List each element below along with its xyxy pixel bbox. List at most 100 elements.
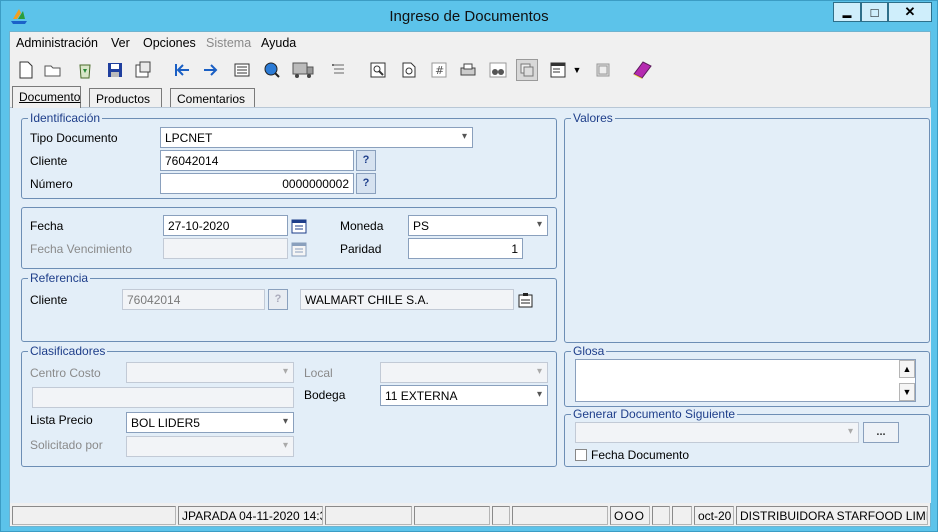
referencia-nombre-input[interactable]: WALMART CHILE S.A. (300, 289, 514, 310)
status-pane-5 (492, 506, 510, 525)
fechas-group: Fecha 27-10-2020 Fecha Vencimiento Moned… (21, 207, 557, 269)
copy-icon[interactable] (516, 59, 538, 81)
first-icon[interactable] (171, 59, 193, 81)
fecha-documento-checkbox[interactable] (575, 449, 587, 461)
hash-icon[interactable]: # (428, 59, 450, 81)
open-icon[interactable] (42, 59, 64, 81)
solicitado-por-select[interactable] (126, 436, 294, 457)
close-button[interactable]: ✕ (888, 2, 932, 22)
svg-text:#: # (435, 64, 444, 77)
status-pane-3 (325, 506, 412, 525)
valores-legend: Valores (571, 111, 615, 125)
menu-opciones[interactable]: Opciones (143, 36, 196, 50)
identificacion-legend: Identificación (28, 111, 103, 125)
numero-input[interactable]: 0000000002 (160, 173, 354, 194)
next-icon[interactable] (200, 59, 222, 81)
referencia-legend: Referencia (28, 271, 91, 285)
maximize-button[interactable]: □ (861, 2, 888, 22)
lista-precio-label: Lista Precio (30, 413, 93, 427)
documento-panel: Identificación Tipo Documento LPCNET Cli… (10, 107, 931, 503)
status-pane-6 (512, 506, 608, 525)
status-bar: JPARADA 04-11-2020 14:33 OOO oct-20 DIST… (10, 504, 930, 526)
menu-ver[interactable]: Ver (111, 36, 130, 50)
book-icon[interactable] (629, 59, 655, 81)
search-globe-icon[interactable] (261, 59, 283, 81)
menu-administracion[interactable]: Administración (16, 36, 98, 50)
calendar-icon (291, 242, 307, 256)
fecha-documento-label: Fecha Documento (591, 448, 690, 462)
maximize-icon: □ (870, 4, 879, 20)
tab-documento[interactable]: Documento (12, 86, 81, 108)
zoom-icon[interactable] (367, 59, 389, 81)
tab-comentarios[interactable]: Comentarios (170, 88, 255, 107)
generar-documento-select[interactable] (575, 422, 859, 443)
tipo-documento-label: Tipo Documento (30, 131, 118, 145)
status-user-time: JPARADA 04-11-2020 14:33 (178, 506, 323, 525)
cliente-input[interactable]: 76042014 (160, 150, 354, 171)
glosa-textarea[interactable]: ▲ ▼ (575, 359, 916, 402)
status-pane-1 (12, 506, 176, 525)
edit-list-icon[interactable] (328, 59, 350, 81)
menu-ayuda[interactable]: Ayuda (261, 36, 296, 50)
valores-group: Valores (564, 111, 930, 343)
tab-productos[interactable]: Productos (89, 88, 162, 107)
lista-precio-select[interactable]: BOL LIDER5 (126, 412, 294, 433)
minimize-icon: ▬ (842, 10, 852, 20)
referencia-detail-button[interactable] (516, 289, 536, 310)
truck-icon[interactable] (290, 59, 316, 81)
list-icon[interactable] (231, 59, 253, 81)
window-icon[interactable] (592, 59, 614, 81)
status-pane-8 (652, 506, 670, 525)
generar-documento-legend: Generar Documento Siguiente (571, 407, 738, 421)
print-icon[interactable] (457, 59, 479, 81)
fecha-vencimiento-input[interactable] (163, 238, 288, 259)
cliente-lookup-button[interactable]: ? (356, 150, 376, 171)
print-preview-icon[interactable] (547, 59, 569, 81)
tipo-documento-select[interactable]: LPCNET (160, 127, 473, 148)
menu-bar: Administración Ver Opciones Sistema Ayud… (10, 32, 930, 53)
fecha-vencimiento-calendar-button[interactable] (289, 238, 309, 259)
toolbar: # ▼ (10, 54, 930, 86)
numero-label: Número (30, 177, 73, 191)
centro-costo-label: Centro Costo (30, 366, 101, 380)
dropdown-icon[interactable]: ▼ (571, 59, 583, 81)
moneda-select[interactable]: PS (408, 215, 548, 236)
tab-productos-label: Productos (96, 92, 151, 106)
generar-documento-button[interactable]: ... (863, 422, 899, 443)
glosa-group: Glosa ▲ ▼ (564, 344, 930, 407)
numero-lookup-button[interactable]: ? (356, 173, 376, 194)
referencia-group: Referencia Cliente 76042014 ? WALMART CH… (21, 271, 557, 342)
scroll-down-icon[interactable]: ▼ (899, 383, 915, 401)
status-pane-9 (672, 506, 692, 525)
fecha-vencimiento-label: Fecha Vencimiento (30, 242, 133, 256)
centro-costo-description (32, 387, 294, 408)
referencia-cliente-input[interactable]: 76042014 (122, 289, 265, 310)
bodega-select[interactable]: 11 EXTERNA (380, 385, 548, 406)
menu-sistema[interactable]: Sistema (206, 36, 251, 50)
fecha-calendar-button[interactable] (289, 215, 309, 236)
glosa-legend: Glosa (571, 344, 607, 358)
tab-documento-label: Documento (19, 90, 81, 104)
clipboard-icon (518, 292, 533, 307)
binoculars-icon[interactable] (487, 59, 509, 81)
preview-icon[interactable] (398, 59, 420, 81)
status-indicator: OOO (610, 506, 650, 525)
centro-costo-select[interactable] (126, 362, 294, 383)
recycle-icon[interactable] (74, 59, 96, 81)
fecha-label: Fecha (30, 219, 64, 233)
client-area: Administración Ver Opciones Sistema Ayud… (9, 31, 931, 527)
save-icon[interactable] (104, 59, 126, 81)
referencia-lookup-button[interactable]: ? (268, 289, 288, 310)
properties-icon[interactable] (132, 59, 154, 81)
fecha-input[interactable]: 27-10-2020 (163, 215, 288, 236)
solicitado-por-label: Solicitado por (30, 438, 103, 452)
status-pane-4 (414, 506, 490, 525)
scroll-up-icon[interactable]: ▲ (899, 360, 915, 378)
local-select[interactable] (380, 362, 548, 383)
paridad-input[interactable]: 1 (408, 238, 523, 259)
minimize-button[interactable]: ▬ (833, 2, 861, 22)
tab-comentarios-label: Comentarios (177, 92, 246, 106)
window-title: Ingreso de Documentos (389, 8, 549, 25)
new-icon[interactable] (15, 59, 37, 81)
moneda-label: Moneda (340, 219, 384, 233)
